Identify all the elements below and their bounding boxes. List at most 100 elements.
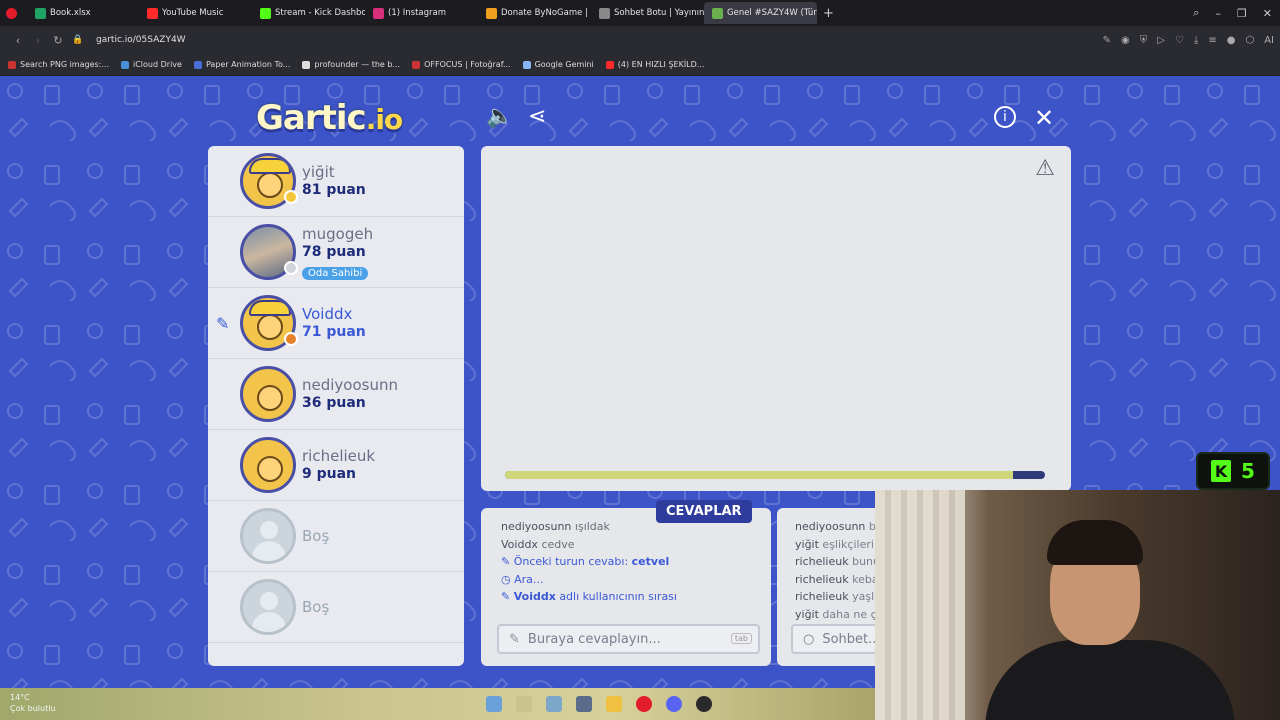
player-row[interactable]: nediyoosunn 36 puan <box>208 359 464 430</box>
tab-label: Genel #SAZY4W (Türkçe) <box>727 8 817 18</box>
bookmark-item[interactable]: OFFOCUS | Fotoğraf... <box>412 60 511 69</box>
shield-icon[interactable]: ⛨ <box>1140 35 1148 46</box>
widgets-icon[interactable] <box>486 696 502 712</box>
search-tabs-icon[interactable]: ⌕ <box>1193 6 1199 20</box>
answer-text: cedve <box>541 537 575 551</box>
maximize-button[interactable]: ❐ <box>1237 7 1247 20</box>
player-avatar <box>240 437 296 493</box>
camera-icon[interactable]: ◉ <box>1121 35 1130 46</box>
player-points: 71 puan <box>302 324 366 340</box>
browser-tab[interactable]: Sohbet Botu | Yayınını güç <box>591 2 704 24</box>
obs-icon[interactable] <box>696 696 712 712</box>
browser-tab[interactable]: Book.xlsx <box>27 2 139 24</box>
tab-label: Donate ByNoGame | Strea <box>501 8 591 18</box>
folder-icon[interactable] <box>606 696 622 712</box>
close-window-button[interactable]: ✕ <box>1263 7 1272 20</box>
edit-icon[interactable]: ✎ <box>1103 35 1111 46</box>
taskbar: 14°C Çok bulutlu <box>0 688 875 720</box>
browser-tab[interactable]: YouTube Music <box>139 2 252 24</box>
browser-tab[interactable]: (1) Instagram <box>365 2 478 24</box>
sound-icon[interactable]: 🔈 <box>486 106 513 128</box>
extension-icon[interactable]: ⬡ <box>1245 35 1254 46</box>
profile-icon[interactable]: ● <box>1227 35 1236 46</box>
bookmark-icon <box>121 60 129 69</box>
discord-icon[interactable] <box>666 696 682 712</box>
player-info: Boş <box>302 527 329 545</box>
reload-button[interactable]: ↻ <box>48 34 68 47</box>
answer-input[interactable]: ✎ Buraya cevaplayın... tab <box>497 624 760 654</box>
window-controls: ⌕ – ❐ ✕ <box>1193 0 1280 26</box>
opera-taskbar-icon[interactable] <box>636 696 652 712</box>
turn-line: ✎ Voiddx adlı kullanıcının sırası <box>501 588 761 606</box>
browser-tab-bar: Book.xlsx YouTube Music Stream - Kick Dash… <box>0 0 1280 26</box>
player-row[interactable]: yiğit 81 puan <box>208 146 464 217</box>
share-icon[interactable]: ⋖ <box>528 106 546 128</box>
bookmark-item[interactable]: (4) EN HIZLI ŞEKİLD... <box>605 60 705 69</box>
kick-viewer-count: 5 <box>1241 459 1255 483</box>
bookmark-icon <box>605 60 614 69</box>
ai-icon[interactable]: AI <box>1264 35 1274 46</box>
browser-tab[interactable]: Donate ByNoGame | Strea <box>478 2 591 24</box>
report-warning-icon[interactable]: ⚠ <box>1035 156 1055 181</box>
browser-menu-button[interactable] <box>0 2 27 24</box>
chat-line: richelieuk bunu <box>795 553 881 571</box>
player-row[interactable]: ✎ Voiddx 71 puan <box>208 288 464 359</box>
photos-icon[interactable] <box>576 696 592 712</box>
waiting-text: Ara... <box>514 572 544 586</box>
bookmark-item[interactable]: Google Gemini <box>522 60 594 69</box>
bookmark-label: profounder — the b... <box>314 60 401 69</box>
tab-favicon-icon <box>712 7 723 19</box>
search-icon[interactable] <box>516 696 532 712</box>
tab-favicon-icon <box>599 7 610 19</box>
player-row[interactable]: mugogeh 78 puan Oda Sahibi <box>208 217 464 288</box>
browser-tab[interactable]: Genel #SAZY4W (Türkçe) <box>704 2 817 24</box>
close-icon[interactable]: ✕ <box>1034 106 1054 130</box>
info-icon[interactable]: i <box>994 106 1016 128</box>
chat-bubble-icon: ○ <box>803 631 815 647</box>
player-info: richelieuk 9 puan <box>302 447 375 483</box>
player-row[interactable]: richelieuk 9 puan <box>208 430 464 501</box>
chat-user: yiğit <box>795 537 819 551</box>
new-tab-button[interactable]: + <box>823 6 834 21</box>
bookmark-item[interactable]: Paper Animation To... <box>193 60 290 69</box>
clock-icon: ◷ <box>501 572 515 586</box>
answer-line: Voiddx cedve <box>501 536 761 554</box>
tab-label: (1) Instagram <box>388 8 446 18</box>
player-info: mugogeh 78 puan Oda Sahibi <box>302 225 373 280</box>
drawing-canvas[interactable]: ⚠ <box>481 146 1071 491</box>
kick-logo: K <box>1211 460 1232 482</box>
tab-favicon-icon <box>373 7 384 19</box>
bookmark-item[interactable]: profounder — the b... <box>302 60 400 69</box>
tab-label: Stream - Kick Dashboard <box>275 8 365 18</box>
avatar-face <box>257 172 283 198</box>
bookmark-label: (4) EN HIZLI ŞEKİLD... <box>617 60 705 69</box>
forward-button[interactable]: › <box>28 34 48 47</box>
download-icon[interactable]: ⤓ <box>1194 35 1198 46</box>
tab-favicon-icon <box>260 7 271 19</box>
browser-tab[interactable]: Stream - Kick Dashboard <box>252 2 365 24</box>
avatar-face <box>257 314 283 340</box>
file-explorer-icon[interactable] <box>546 696 562 712</box>
back-button[interactable]: ‹ <box>8 34 28 47</box>
webcam-hair <box>1047 520 1143 565</box>
player-name: nediyoosunn <box>302 376 398 394</box>
minimize-button[interactable]: – <box>1215 7 1221 20</box>
bookmark-item[interactable]: Search PNG images:... <box>8 60 109 69</box>
menu-icon[interactable]: ≡ <box>1208 35 1216 46</box>
player-name: richelieuk <box>302 447 376 465</box>
turn-user: Voiddx <box>513 590 556 603</box>
player-row[interactable]: Boş <box>208 501 464 572</box>
player-avatar <box>240 508 296 564</box>
taskbar-apps <box>486 696 712 712</box>
bookmark-icon <box>522 60 531 69</box>
weather-widget[interactable]: 14°C Çok bulutlu <box>10 692 56 714</box>
player-info: Voiddx 71 puan <box>302 305 366 341</box>
lock-icon: 🔒 <box>72 35 84 45</box>
url-field[interactable]: gartic.io/05SAZY4W <box>96 35 186 45</box>
bookmark-icon <box>8 60 16 69</box>
bookmark-item[interactable]: iCloud Drive <box>121 60 182 69</box>
player-row[interactable]: Boş <box>208 572 464 643</box>
heart-icon[interactable]: ♡ <box>1175 35 1184 46</box>
play-icon[interactable]: ▷ <box>1157 35 1165 46</box>
webcam-shirt <box>985 640 1235 720</box>
